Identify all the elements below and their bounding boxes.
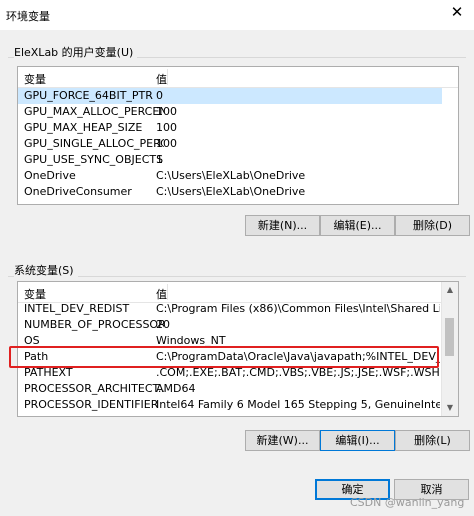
scrollbar-thumb[interactable] [445,318,454,356]
table-row[interactable]: GPU_MAX_HEAP_SIZE 100 [18,120,442,136]
column-header-value[interactable]: 值 [156,71,167,87]
system-list-header: 变量 值 [18,282,458,303]
user-edit-button[interactable]: 编辑(E)... [320,215,395,236]
user-variables-list[interactable]: 变量 值 GPU_FORCE_64BIT_PTR 0 GPU_MAX_ALLOC… [17,66,459,205]
system-edit-button[interactable]: 编辑(I)... [320,430,395,451]
title-bar: 环境变量 ✕ [0,0,474,30]
table-row[interactable]: INTEL_DEV_REDIST C:\Program Files (x86)\… [18,301,442,317]
table-row[interactable]: NUMBER_OF_PROCESSORS 20 [18,317,442,333]
column-header-name[interactable]: 变量 [24,286,46,302]
table-row[interactable]: GPU_MAX_ALLOC_PERCENT 100 [18,104,442,120]
column-header-name[interactable]: 变量 [24,71,46,87]
user-delete-button[interactable]: 删除(D) [395,215,470,236]
table-row[interactable]: Path C:\ProgramData\Oracle\Java\javapath… [18,349,442,365]
system-list-scrollbar[interactable]: ▲ ▼ [441,282,458,416]
scroll-up-icon[interactable]: ▲ [442,282,458,298]
user-new-button[interactable]: 新建(N)... [245,215,320,236]
table-row[interactable]: OneDrive C:\Users\EleXLab\OneDrive [18,168,442,184]
system-delete-button[interactable]: 删除(L) [395,430,470,451]
watermark: CSDN @wanlin_yang [350,496,465,509]
column-header-value[interactable]: 值 [156,286,167,302]
table-row[interactable]: PROCESSOR_IDENTIFIER Intel64 Family 6 Mo… [18,397,442,413]
scroll-down-icon[interactable]: ▼ [442,400,458,416]
column-separator[interactable] [167,69,168,85]
window-title: 环境变量 [6,10,50,23]
user-list-header: 变量 值 [18,67,458,88]
table-row[interactable]: GPU_FORCE_64BIT_PTR 0 [18,88,442,104]
system-variables-list[interactable]: 变量 值 INTEL_DEV_REDIST C:\Program Files (… [17,281,459,417]
user-section-label: EleXLab 的用户变量(U) [14,44,138,60]
table-row[interactable]: OneDriveConsumer C:\Users\EleXLab\OneDri… [18,184,442,200]
system-section-label: 系统变量(S) [14,262,78,278]
table-row[interactable]: OS Windows_NT [18,333,442,349]
table-row[interactable]: GPU_SINGLE_ALLOC_PERC... 100 [18,136,442,152]
table-row[interactable]: PATHEXT .COM;.EXE;.BAT;.CMD;.VBS;.VBE;.J… [18,365,442,381]
column-separator[interactable] [167,284,168,300]
table-row[interactable]: GPU_USE_SYNC_OBJECTS 1 [18,152,442,168]
close-icon[interactable]: ✕ [440,0,474,26]
table-row[interactable]: PROCESSOR_ARCHITECT... AMD64 [18,381,442,397]
system-new-button[interactable]: 新建(W)... [245,430,320,451]
